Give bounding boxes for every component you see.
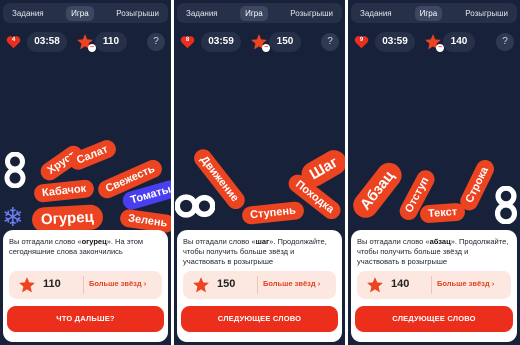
tab-tasks[interactable]: Задания	[355, 6, 397, 21]
tab-game[interactable]: Игра	[414, 5, 443, 21]
star-icon	[18, 276, 36, 294]
word-pile: Абзац Отступ Текст Строка	[348, 130, 519, 230]
word-pill: Кабачок	[33, 178, 95, 204]
whats-next-button[interactable]: ЧТО ДАЛЬШЕ?	[7, 306, 164, 332]
tab-game[interactable]: Игра	[240, 5, 268, 21]
tab-raffles[interactable]: Розыгрыши	[285, 6, 338, 21]
lives-count: 8	[185, 37, 190, 43]
star-value: 150	[217, 278, 236, 290]
stars-panel: 150 Больше звёзд ›	[183, 271, 336, 299]
word-pill: Ступень	[241, 200, 305, 226]
guessed-word: шаг	[255, 237, 270, 246]
tab-raffles[interactable]: Розыгрыши	[111, 6, 164, 21]
message-text: Вы отгадали слово «	[9, 237, 82, 246]
more-stars-link[interactable]: Больше звёзд ›	[263, 279, 320, 288]
guessed-word: огурец	[81, 237, 107, 246]
star-value: 110	[43, 278, 61, 290]
star-icon: −	[424, 33, 444, 52]
word-pill: Салат	[66, 137, 119, 173]
help-button[interactable]: ?	[496, 33, 514, 51]
more-stars-link[interactable]: Больше звёзд ›	[89, 279, 146, 288]
tab-game[interactable]: Игра	[66, 5, 94, 21]
star-icon	[192, 276, 210, 294]
help-button[interactable]: ?	[147, 33, 165, 51]
result-card: Вы отгадали слово «огурец». На этом сего…	[3, 230, 168, 342]
next-word-button[interactable]: СЛЕДУЮЩЕЕ СЛОВО	[355, 306, 513, 332]
message-text: Вы отгадали слово «	[357, 237, 430, 246]
heart-icon: 4	[6, 35, 21, 49]
tab-bar: Задания Игра Розыгрыши	[177, 3, 342, 23]
divider	[257, 276, 258, 294]
screens-row: Задания Игра Розыгрыши 4 03:58 − 110 ? ❄…	[0, 0, 520, 345]
word-pill-answer: Огурец	[31, 204, 104, 233]
heart-icon: 9	[354, 35, 369, 49]
divider	[431, 276, 432, 294]
guessed-word: абзац	[429, 237, 451, 246]
divider	[83, 276, 84, 294]
figure-eight-icon	[2, 152, 28, 188]
tab-tasks[interactable]: Задания	[181, 6, 223, 21]
stars-panel: 140 Больше звёзд ›	[357, 271, 511, 299]
timer: 03:58	[27, 32, 67, 52]
star-value: 140	[391, 278, 410, 290]
result-message: Вы отгадали слово «шаг». Продолжайте, чт…	[183, 237, 336, 267]
game-screen-2: Задания Игра Розыгрыши 8 03:59 − 150 ? Ш…	[174, 0, 345, 345]
timer: 03:59	[375, 32, 415, 52]
word-pile: Шаг Движение Походка Ступень	[174, 130, 345, 230]
figure-eight-icon	[492, 186, 520, 224]
star-icon	[366, 276, 384, 294]
lives-count: 4	[11, 37, 16, 43]
game-screen-1: Задания Игра Розыгрыши 4 03:58 − 110 ? ❄…	[0, 0, 171, 345]
result-card: Вы отгадали слово «шаг». Продолжайте, чт…	[177, 230, 342, 342]
next-word-button[interactable]: СЛЕДУЮЩЕЕ СЛОВО	[181, 306, 338, 332]
figure-eight-icon	[175, 191, 215, 221]
status-bar: 8 03:59 − 150 ?	[174, 32, 345, 52]
stars-count: 110	[95, 32, 127, 52]
word-pill-answer: Абзац	[348, 158, 407, 223]
status-bar: 4 03:58 − 110 ?	[0, 32, 171, 52]
stars-panel: 110 Больше звёзд ›	[9, 271, 162, 299]
star-icon: −	[76, 33, 96, 52]
star-icon: −	[250, 33, 270, 52]
result-card: Вы отгадали слово «абзац». Продолжайте, …	[351, 230, 517, 342]
status-bar: 9 03:59 − 140 ?	[348, 32, 520, 52]
result-message: Вы отгадали слово «огурец». На этом сего…	[9, 237, 162, 257]
word-pill: Текст	[419, 202, 466, 224]
game-screen-3: Задания Игра Розыгрыши 9 03:59 − 140 ? А…	[348, 0, 520, 345]
stars-count: 140	[443, 32, 475, 52]
tab-tasks[interactable]: Задания	[7, 6, 49, 21]
heart-icon: 8	[180, 35, 195, 49]
tab-raffles[interactable]: Розыгрыши	[460, 6, 513, 21]
lives-count: 9	[359, 37, 364, 43]
stars-count: 150	[269, 32, 301, 52]
message-text: Вы отгадали слово «	[183, 237, 256, 246]
word-pile: ❄ Хруст Салат Кабачок Свежесть Томаты Ог…	[0, 130, 171, 234]
result-message: Вы отгадали слово «абзац». Продолжайте, …	[357, 237, 511, 267]
more-stars-link[interactable]: Больше звёзд ›	[437, 279, 494, 288]
tab-bar: Задания Игра Розыгрыши	[351, 3, 517, 23]
help-button[interactable]: ?	[321, 33, 339, 51]
tab-bar: Задания Игра Розыгрыши	[3, 3, 168, 23]
snowflake-icon: ❄	[2, 202, 24, 232]
timer: 03:59	[201, 32, 241, 52]
